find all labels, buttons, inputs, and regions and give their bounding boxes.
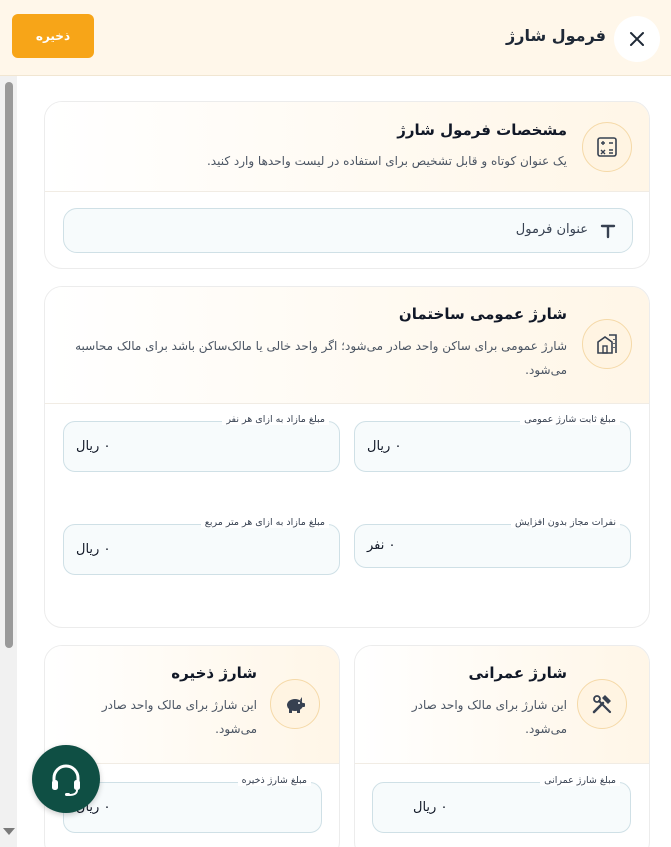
free-persons-label: نفرات مجاز بدون افزایش bbox=[510, 517, 620, 528]
formula-spec-card-header: مشخصات فرمول شارژ یک عنوان کوتاه و قابل … bbox=[45, 102, 649, 192]
construction-charge-value: ۰ ریال bbox=[413, 800, 448, 815]
top-bar: فرمول شارژ ذخیره bbox=[0, 0, 671, 76]
formula-title-input[interactable]: عنوان فرمول bbox=[63, 208, 633, 253]
building-icon-wrapper bbox=[582, 319, 632, 369]
calculator-icon bbox=[597, 137, 617, 157]
per-person-charge-input[interactable]: مبلغ مازاد به ازای هر نفر ۰ ریال bbox=[63, 414, 340, 472]
per-sqm-charge-value: ۰ ریال bbox=[76, 542, 111, 557]
formula-spec-title: مشخصات فرمول شارژ bbox=[397, 121, 567, 139]
formula-spec-card: مشخصات فرمول شارژ یک عنوان کوتاه و قابل … bbox=[44, 101, 650, 269]
piggy-bank-icon bbox=[287, 697, 305, 713]
public-charge-title: شارژ عمومی ساختمان bbox=[398, 305, 567, 323]
construction-charge-card-header: شارژ عمرانی این شارژ برای مالک واحد صادر… bbox=[355, 646, 649, 764]
public-charge-description: شارژ عمومی برای ساکن واحد صادر می‌شود؛ ا… bbox=[75, 339, 567, 377]
construction-charge-label: مبلغ شارژ عمرانی bbox=[540, 775, 620, 786]
save-button[interactable]: ذخیره bbox=[12, 14, 94, 58]
construction-charge-title: شارژ عمرانی bbox=[468, 664, 567, 682]
fixed-public-charge-input[interactable]: مبلغ ثابت شارژ عمومی ۰ ریال bbox=[354, 414, 631, 472]
formula-spec-description: یک عنوان کوتاه و قابل تشخیص برای استفاده… bbox=[206, 154, 567, 168]
reserve-charge-title: شارژ ذخیره bbox=[171, 664, 257, 682]
close-button[interactable] bbox=[614, 16, 660, 62]
per-person-charge-value: ۰ ریال bbox=[76, 439, 111, 454]
headset-icon bbox=[52, 764, 80, 796]
reserve-charge-card: شارژ ذخیره این شارژ برای مالک واحد صادر … bbox=[44, 645, 340, 847]
formula-title-placeholder: عنوان فرمول bbox=[515, 222, 588, 237]
tools-icon bbox=[592, 695, 612, 714]
per-person-charge-label: مبلغ مازاد به ازای هر نفر bbox=[222, 414, 329, 425]
per-sqm-charge-label: مبلغ مازاد به ازای هر متر مربع bbox=[200, 517, 329, 528]
public-charge-card-header: شارژ عمومی ساختمان شارژ عمومی برای ساکن … bbox=[45, 287, 649, 404]
reserve-charge-input[interactable]: مبلغ شارژ ذخیره ۰ ریال bbox=[63, 775, 322, 833]
reserve-charge-label: مبلغ شارژ ذخیره bbox=[237, 775, 311, 786]
construction-charge-card: شارژ عمرانی این شارژ برای مالک واحد صادر… bbox=[354, 645, 650, 847]
free-persons-input[interactable]: نفرات مجاز بدون افزایش ۰ نفر bbox=[354, 517, 631, 568]
scrollbar-thumb[interactable] bbox=[5, 82, 13, 648]
close-icon bbox=[630, 32, 644, 46]
page-title: فرمول شارژ bbox=[506, 26, 606, 45]
construction-charge-input[interactable]: مبلغ شارژ عمرانی ۰ ریال bbox=[372, 775, 631, 833]
tools-icon-wrapper bbox=[577, 679, 627, 729]
piggy-bank-icon-wrapper bbox=[270, 679, 320, 729]
construction-charge-description: این شارژ برای مالک واحد صادر می‌شود. bbox=[411, 698, 567, 736]
fixed-public-charge-value: ۰ ریال bbox=[367, 439, 402, 454]
free-persons-value: ۰ نفر bbox=[367, 538, 396, 553]
public-charge-card: شارژ عمومی ساختمان شارژ عمومی برای ساکن … bbox=[44, 286, 650, 628]
reserve-charge-description: این شارژ برای مالک واحد صادر می‌شود. bbox=[101, 698, 257, 736]
calculator-icon-wrapper bbox=[582, 122, 632, 172]
support-button[interactable] bbox=[32, 745, 100, 813]
building-icon bbox=[597, 334, 617, 354]
scroll-down-arrow[interactable] bbox=[3, 828, 15, 835]
per-sqm-charge-input[interactable]: مبلغ مازاد به ازای هر متر مربع ۰ ریال bbox=[63, 517, 340, 575]
reserve-charge-card-header: شارژ ذخیره این شارژ برای مالک واحد صادر … bbox=[45, 646, 339, 764]
text-t-icon bbox=[600, 224, 616, 239]
fixed-public-charge-label: مبلغ ثابت شارژ عمومی bbox=[520, 414, 620, 425]
